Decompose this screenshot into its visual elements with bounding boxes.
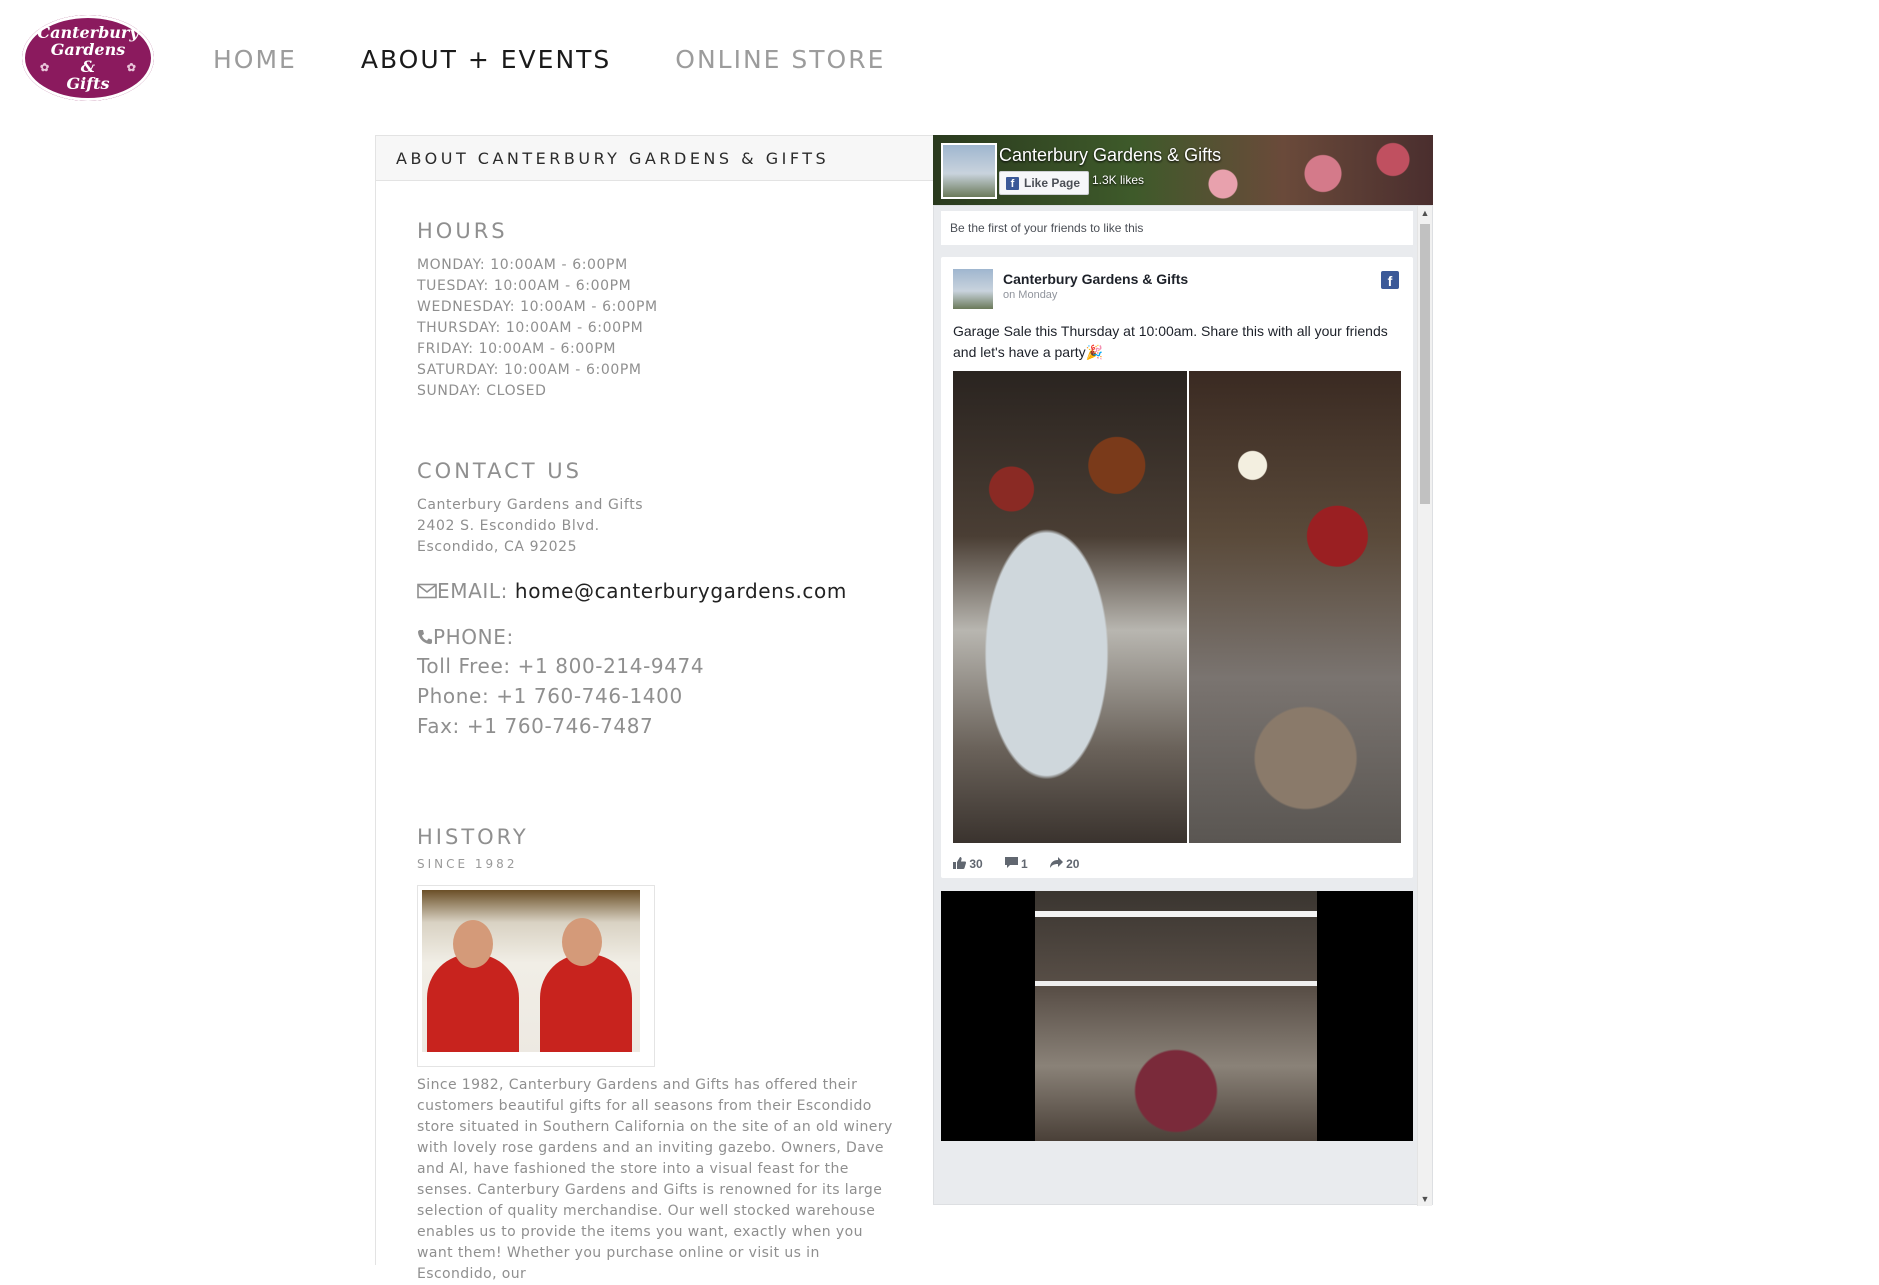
history-heading: HISTORY [417,825,529,849]
logo-text-line: Gardens [50,40,126,59]
post-comments[interactable]: 1 [1004,857,1028,871]
phone-label: PHONE: [433,625,514,649]
likes-count: 1.3K likes [1092,173,1145,187]
facebook-f-icon: f [1006,176,1019,190]
envelope-icon [417,583,437,599]
phone-icon [418,630,432,644]
feed-scrollbar[interactable]: ▲ ▼ [1417,206,1432,1206]
panel-title: ABOUT CANTERBURY GARDENS & GIFTS [376,135,934,181]
hours-line: WEDNESDAY: 10:00AM - 6:00PM [417,299,658,315]
hours-line: MONDAY: 10:00AM - 6:00PM [417,257,628,273]
toll-free-line: Toll Free: +1 800-214-9474 [417,654,705,678]
share-icon [1049,857,1063,868]
scroll-down-arrow-icon[interactable]: ▼ [1418,1192,1432,1206]
email-row: EMAIL: home@canterburygardens.com [417,579,847,603]
email-label: EMAIL: [437,579,515,603]
post-author-name[interactable]: Canterbury Gardens & Gifts [1003,271,1188,287]
video-frame [1035,891,1317,1141]
history-paragraph: Since 1982, Canterbury Gardens and Gifts… [417,1077,893,1282]
logo-text-line: Gifts [66,74,110,93]
post-text: Garage Sale this Thursday at 10:00am. Sh… [953,323,1388,360]
hours-line: SATURDAY: 10:00AM - 6:00PM [417,362,642,378]
facebook-post: Canterbury Gardens & Gifts on Monday f G… [941,257,1413,878]
flower-ornament-icon: ✿ [126,61,136,74]
nav-online-store[interactable]: ONLINE STORE [675,45,885,74]
post-shares[interactable]: 20 [1049,857,1079,871]
site-logo[interactable]: ✿ ✿ Canterbury Gardens & Gifts [22,15,154,101]
address-line: 2402 S. Escondido Blvd. [417,518,600,534]
facebook-cover-photo[interactable]: Canterbury Gardens & Gifts f Like Page 1.… [933,135,1433,205]
hours-heading: HOURS [417,219,508,243]
owners-photo [417,885,655,1067]
comment-icon [1004,857,1018,868]
post-reactions-bar: 30 1 20 [953,857,1101,871]
facebook-logo-icon[interactable]: f [1381,271,1399,289]
post-author-avatar[interactable] [953,269,993,309]
facebook-page-widget: Canterbury Gardens & Gifts f Like Page 1.… [933,135,1433,1265]
hours-line: THURSDAY: 10:00AM - 6:00PM [417,320,644,336]
nav-home[interactable]: HOME [213,45,297,74]
scroll-up-arrow-icon[interactable]: ▲ [1418,206,1432,220]
logo-text-line: Canterbury [37,23,139,42]
contact-heading: CONTACT US [417,459,582,483]
flower-ornament-icon: ✿ [40,61,50,74]
facebook-video-post[interactable] [941,891,1413,1141]
address-line: Canterbury Gardens and Gifts [417,497,644,513]
address-line: Escondido, CA 92025 [417,539,578,555]
post-photo-store-aisle[interactable] [1189,371,1401,843]
logo-text-line: & [80,57,96,76]
nav-about-events[interactable]: ABOUT + EVENTS [361,45,611,74]
post-likes[interactable]: 30 [953,857,983,871]
thumbs-up-icon [953,857,966,869]
about-panel: ABOUT CANTERBURY GARDENS & GIFTS HOURS M… [375,135,934,1282]
post-timestamp[interactable]: on Monday [1003,289,1057,301]
page-name-link[interactable]: Canterbury Gardens & Gifts [999,145,1221,166]
page-avatar[interactable] [941,143,997,199]
main-nav: HOME ABOUT + EVENTS ONLINE STORE [213,45,949,74]
scrollbar-thumb[interactable] [1420,224,1430,504]
phone-line: Phone: +1 760-746-1400 [417,684,683,708]
hours-line: FRIDAY: 10:00AM - 6:00PM [417,341,617,357]
facebook-feed[interactable]: Be the first of your friends to like thi… [933,205,1433,1206]
history-subtitle: SINCE 1982 [417,857,518,871]
post-photo-store-interior[interactable] [953,371,1187,843]
hours-line: TUESDAY: 10:00AM - 6:00PM [417,278,632,294]
hours-line: SUNDAY: CLOSED [417,383,547,399]
phone-row: PHONE: [417,625,514,649]
like-page-button[interactable]: f Like Page [999,171,1090,195]
fax-line: Fax: +1 760-746-7487 [417,714,654,738]
email-link[interactable]: home@canterburygardens.com [515,579,847,603]
friends-like-notice: Be the first of your friends to like thi… [941,211,1413,245]
like-page-label: Like Page [1024,176,1081,190]
